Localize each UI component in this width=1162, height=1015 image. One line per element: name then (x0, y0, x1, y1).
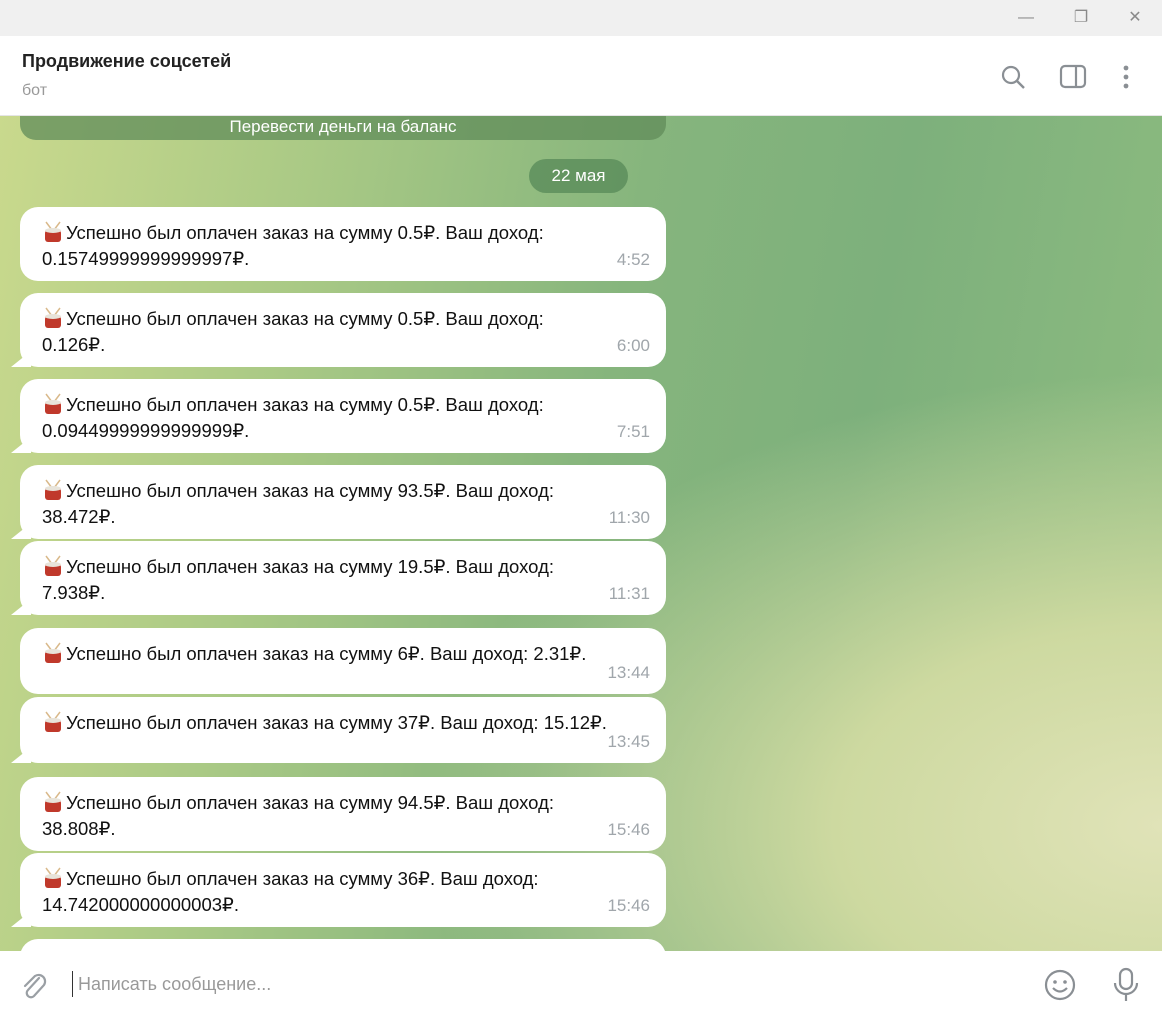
message-bubble[interactable]: Успешно был оплачен заказ на сумму 0.5₽.… (20, 379, 666, 453)
search-icon[interactable] (998, 62, 1028, 92)
message-bubble[interactable]: Успешно был оплачен заказ на сумму 94.5₽… (20, 777, 666, 851)
message-line-2: 38.472₽. (42, 506, 116, 527)
restore-button[interactable]: ❐ (1066, 6, 1096, 30)
message-line-1: Успешно был оплачен заказ на сумму 93.5₽… (42, 478, 646, 504)
message-line-2: 0.09449999999999999₽. (42, 420, 250, 441)
composer: Написать сообщение... (0, 951, 1162, 1015)
drum-icon (45, 307, 61, 328)
close-button[interactable]: ✕ (1120, 6, 1150, 30)
message-line-2: 38.808₽. (42, 818, 116, 839)
drum-icon (45, 555, 61, 576)
message-bubble-partial[interactable] (20, 939, 666, 951)
message-time: 6:00 (616, 336, 650, 355)
message-bubble[interactable]: Успешно был оплачен заказ на сумму 19.5₽… (20, 541, 666, 615)
message-line-2: 7.938₽. (42, 582, 106, 603)
more-menu-icon[interactable] (1111, 62, 1141, 92)
message-line-1: Успешно был оплачен заказ на сумму 37₽. … (42, 710, 646, 736)
emoji-icon[interactable] (1043, 968, 1077, 1002)
message-time: 11:30 (608, 508, 650, 527)
message-time: 13:45 (607, 732, 650, 751)
message-line-2: 0.15749999999999997₽. (42, 248, 250, 269)
message-bubble[interactable]: Успешно был оплачен заказ на сумму 6₽. В… (20, 628, 666, 694)
sidebar-toggle-icon[interactable] (1058, 62, 1088, 92)
message-line-1: Успешно был оплачен заказ на сумму 0.5₽.… (42, 306, 646, 332)
message-bubble[interactable]: Успешно был оплачен заказ на сумму 0.5₽.… (20, 293, 666, 367)
date-badge: 22 мая (529, 159, 628, 193)
message-time: 7:51 (616, 422, 650, 441)
message-input[interactable]: Написать сообщение... (72, 971, 271, 997)
attach-icon[interactable] (18, 969, 50, 1001)
chat-header: Продвижение соцсетей бот (0, 36, 1162, 116)
inline-button-transfer[interactable]: Перевести деньги на баланс (20, 116, 666, 140)
message-bubble[interactable]: Успешно был оплачен заказ на сумму 36₽. … (20, 853, 666, 927)
window-titlebar: — ❐ ✕ (0, 0, 1162, 36)
drum-icon (45, 867, 61, 888)
message-line-2: 0.126₽. (42, 334, 106, 355)
minimize-button[interactable]: — (1011, 6, 1041, 30)
message-bubble[interactable]: Успешно был оплачен заказ на сумму 37₽. … (20, 697, 666, 763)
message-line-1: Успешно был оплачен заказ на сумму 36₽. … (42, 866, 646, 892)
message-bubble[interactable]: Успешно был оплачен заказ на сумму 93.5₽… (20, 465, 666, 539)
message-line-1: Успешно был оплачен заказ на сумму 19.5₽… (42, 554, 646, 580)
drum-icon (45, 393, 61, 414)
message-line-2: 14.742000000000003₽. (42, 894, 239, 915)
drum-icon (45, 221, 61, 242)
message-bubble[interactable]: Успешно был оплачен заказ на сумму 0.5₽.… (20, 207, 666, 281)
message-line-1: Успешно был оплачен заказ на сумму 0.5₽.… (42, 392, 646, 418)
microphone-icon[interactable] (1110, 966, 1142, 1004)
drum-icon (45, 642, 61, 663)
message-time: 15:46 (607, 896, 650, 915)
message-line-1: Успешно был оплачен заказ на сумму 6₽. В… (42, 641, 646, 667)
chat-subtitle: бот (22, 82, 48, 99)
drum-icon (45, 791, 61, 812)
message-time: 13:44 (607, 663, 650, 682)
message-time: 4:52 (616, 250, 650, 269)
chat-title[interactable]: Продвижение соцсетей (22, 51, 231, 72)
drum-icon (45, 711, 61, 732)
message-time: 15:46 (607, 820, 650, 839)
message-line-1: Успешно был оплачен заказ на сумму 94.5₽… (42, 790, 646, 816)
message-list[interactable]: Перевести деньги на баланс 22 мая Успешн… (0, 116, 1162, 951)
drum-icon (45, 479, 61, 500)
message-time: 11:31 (608, 584, 650, 603)
message-line-1: Успешно был оплачен заказ на сумму 0.5₽.… (42, 220, 646, 246)
